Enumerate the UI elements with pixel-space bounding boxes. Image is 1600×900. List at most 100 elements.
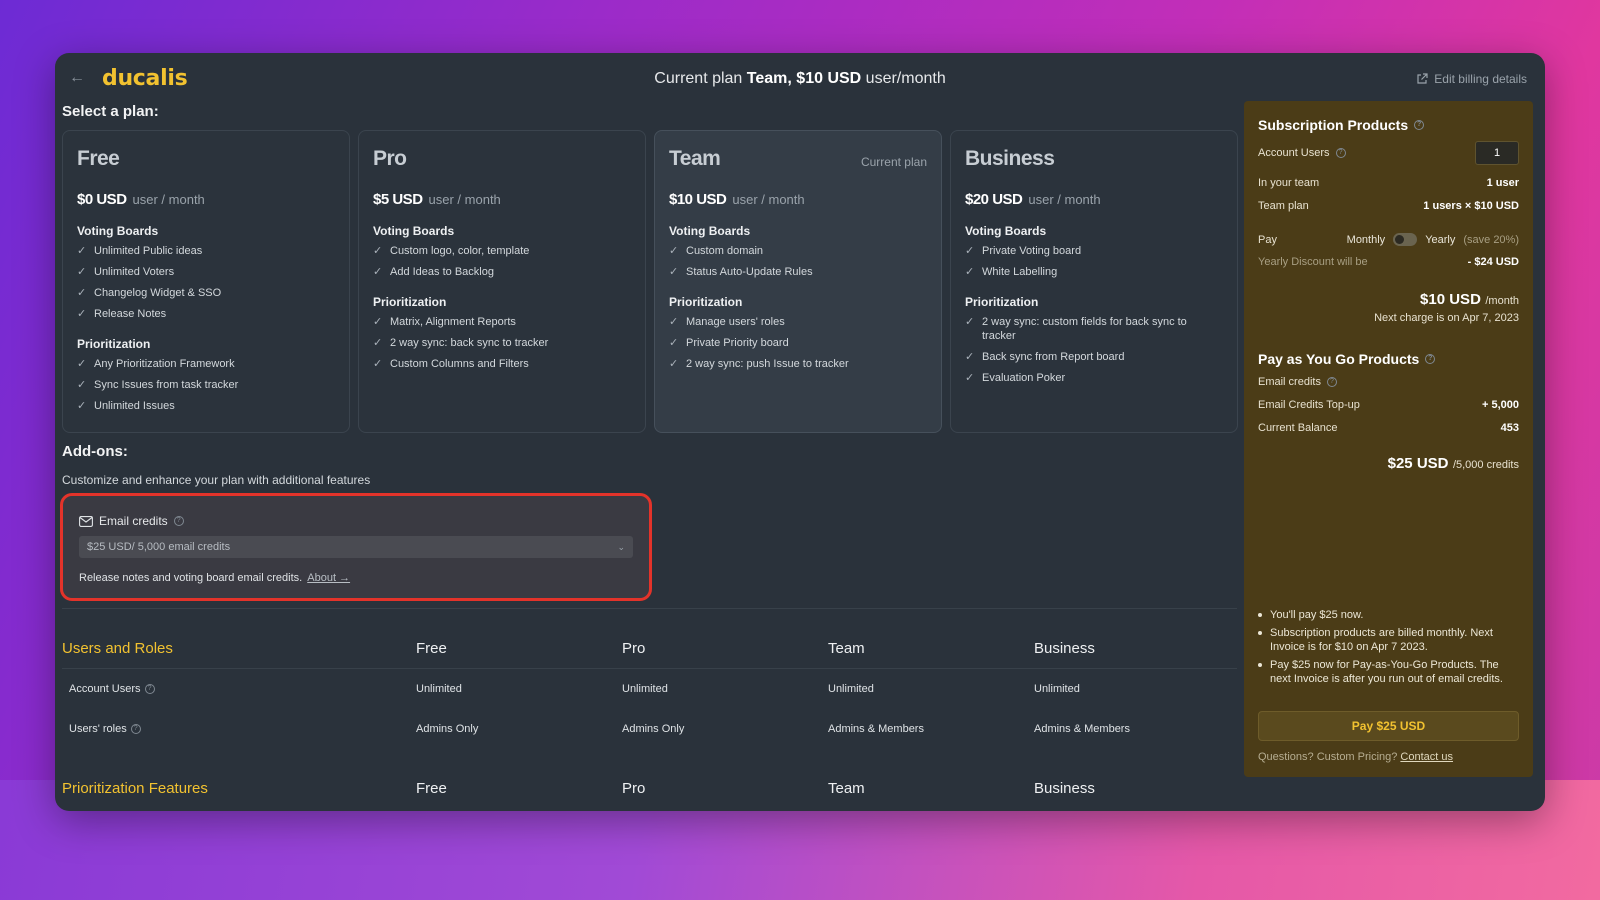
list-item: ✓ 2 way sync: custom fields for back sync… (965, 316, 1187, 342)
feature-list: ✓ Private Voting board ✓ White Labelling (965, 244, 1223, 279)
check-icon: ✓ (373, 266, 383, 278)
check-icon: ✓ (669, 245, 679, 257)
feature-group-title: Voting Boards (669, 224, 751, 238)
column-header: Business (1034, 779, 1095, 797)
plan-name: Business (965, 147, 1055, 170)
feature-list: ✓ Manage users' roles ✓ Private Priority b… (669, 315, 927, 371)
check-icon: ✓ (77, 358, 87, 370)
mail-icon (79, 515, 93, 527)
section-title: Prioritization Features (62, 779, 208, 797)
list-item: Pay $25 now for Pay-as-You-Go Products. … (1258, 658, 1519, 686)
top-bar: ← ducalis Current plan Team, $10 USD use… (55, 53, 1545, 105)
column-header: Pro (622, 779, 646, 797)
check-icon: ✓ (373, 316, 383, 328)
plan-card-team[interactable]: Team Current plan $10 USD user / month Vo… (654, 130, 942, 433)
select-plan-title: Select a plan: (62, 103, 159, 120)
about-link[interactable]: About → (307, 572, 350, 584)
check-icon: ✓ (965, 372, 975, 384)
plan-price: $10 USD (669, 191, 727, 208)
divider (62, 608, 1237, 609)
payg-title: Pay as You Go Products (1258, 351, 1420, 367)
check-icon: ✓ (77, 400, 87, 412)
info-icon[interactable]: ? (1414, 120, 1425, 130)
list-item: ✓ Private Voting board (965, 245, 1082, 257)
check-icon: ✓ (373, 245, 383, 257)
check-icon: ✓ (77, 308, 87, 320)
column-header: Free (416, 779, 447, 797)
plan-price: $20 USD (965, 191, 1023, 208)
check-icon: ✓ (965, 316, 975, 328)
list-item: ✓ Manage users' roles (669, 316, 785, 328)
billing-window: ← ducalis Current plan Team, $10 USD use… (55, 53, 1545, 811)
email-credits-select[interactable]: $25 USD/ 5,000 email credits ⌄ (79, 536, 633, 558)
feature-list: ✓ Matrix, Alignment Reports ✓ 2 way sync: … (373, 315, 631, 371)
feature-list: ✓ 2 way sync: custom fields for back sync… (965, 315, 1223, 385)
list-item: ✓ Status Auto-Update Rules (669, 266, 813, 278)
contact-us-link[interactable]: Contact us (1400, 751, 1453, 763)
chevron-down-icon: ⌄ (617, 541, 625, 552)
section-title: Users and Roles (62, 639, 173, 657)
list-item: ✓ Custom Columns and Filters (373, 358, 529, 370)
list-item: ✓ Changelog Widget & SSO (77, 287, 222, 299)
feature-list: ✓ Custom domain ✓ Status Auto-Update Rules (669, 244, 927, 279)
plan-card-free[interactable]: Free $0 USD user / month Voting Boards ✓ U… (62, 130, 350, 433)
table-header: Prioritization Features Free Pro Team Bu… (62, 768, 1237, 808)
questions-text: Questions? Custom Pricing? Contact us (1258, 751, 1453, 763)
list-item: ✓ Matrix, Alignment Reports (373, 316, 516, 328)
list-item: ✓ Back sync from Report board (965, 351, 1125, 363)
plan-card-business[interactable]: Business $20 USD user / month Voting Boar… (950, 130, 1238, 433)
check-icon: ✓ (965, 351, 975, 363)
list-item: ✓ Add Ideas to Backlog (373, 266, 494, 278)
edit-billing-link[interactable]: Edit billing details (1416, 72, 1527, 86)
list-item: ✓ Any Prioritization Framework (77, 358, 235, 370)
list-item: ✓ Unlimited Issues (77, 400, 175, 412)
list-item: ✓ Custom domain (669, 245, 764, 257)
list-item: ✓ Private Priority board (669, 337, 789, 349)
pay-button[interactable]: Pay $25 USD (1258, 711, 1519, 741)
list-item: ✓ 2 way sync: back sync to tracker (373, 337, 549, 349)
subscription-total: $10 USD /month Next charge is on Apr 7, … (1374, 291, 1519, 324)
addon-title: Email credits (99, 514, 168, 528)
check-icon: ✓ (669, 337, 679, 349)
plan-price: $5 USD (373, 191, 423, 208)
payment-notes: You'll pay $25 now. Subscription product… (1258, 608, 1519, 690)
info-icon[interactable]: ? (173, 516, 184, 526)
info-icon[interactable]: ? (144, 684, 155, 694)
billing-period-switch[interactable] (1393, 233, 1418, 246)
column-header: Business (1034, 639, 1095, 657)
info-icon[interactable]: ? (1326, 377, 1337, 387)
column-header: Team (828, 639, 865, 657)
table-row: Users' roles? Admins Only Admins Only Ad… (69, 723, 1130, 735)
list-item: ✓ White Labelling (965, 266, 1058, 278)
external-link-icon (1417, 73, 1428, 84)
feature-group-title: Prioritization (965, 295, 1039, 309)
info-icon[interactable]: ? (130, 724, 141, 734)
list-item: ✓ Evaluation Poker (965, 372, 1066, 384)
plan-card-pro[interactable]: Pro $5 USD user / month Voting Boards ✓ Cu… (358, 130, 646, 433)
current-plan-summary: Current plan Team, $10 USD user/month (654, 70, 946, 87)
list-item: Subscription products are billed monthly… (1258, 626, 1519, 654)
feature-group-title: Voting Boards (373, 224, 455, 238)
plan-cards: Free $0 USD user / month Voting Boards ✓ U… (62, 130, 1258, 433)
billing-period-toggle: Pay Monthly Yearly (save 20%) (1258, 233, 1519, 246)
check-icon: ✓ (77, 266, 87, 278)
check-icon: ✓ (669, 266, 679, 278)
addons-title: Add-ons: (62, 443, 128, 460)
column-header: Free (416, 639, 447, 657)
feature-group-title: Voting Boards (965, 224, 1047, 238)
info-icon[interactable]: ? (1425, 354, 1436, 364)
account-users-input[interactable]: 1 (1475, 141, 1519, 165)
list-item: ✓ 2 way sync: push Issue to tracker (669, 358, 849, 370)
plan-name: Free (77, 147, 120, 170)
info-icon[interactable]: ? (1335, 148, 1346, 158)
feature-list: ✓ Unlimited Public ideas ✓ Unlimited Voter… (77, 244, 335, 321)
table-header: Users and Roles Free Pro Team Business (62, 628, 1237, 668)
check-icon: ✓ (965, 245, 975, 257)
list-item: ✓ Sync Issues from task tracker (77, 379, 239, 391)
plan-name: Pro (373, 147, 407, 170)
feature-group-title: Voting Boards (77, 224, 159, 238)
feature-group-title: Prioritization (373, 295, 447, 309)
feature-list: ✓ Custom logo, color, template ✓ Add Ideas… (373, 244, 631, 279)
payg-total: $25 USD /5,000 credits (1387, 455, 1519, 472)
list-item: ✓ Release Notes (77, 308, 167, 320)
